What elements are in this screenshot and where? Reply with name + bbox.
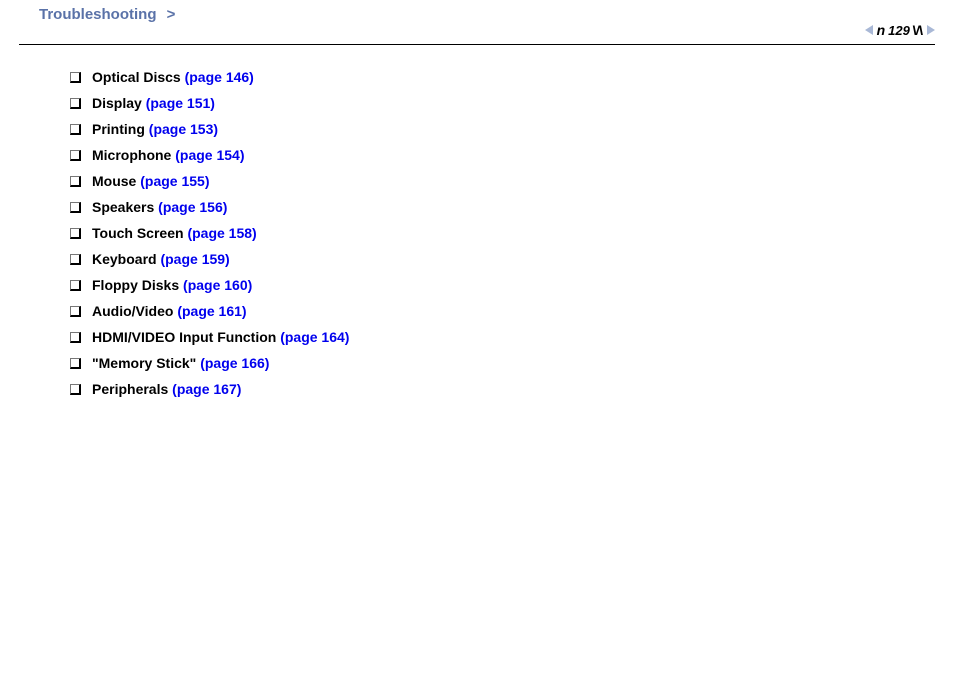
list-item: Peripherals (page 167): [70, 381, 914, 397]
breadcrumb-separator: >: [167, 6, 176, 23]
item-label: HDMI/VIDEO Input Function: [92, 329, 280, 345]
toc-list: Optical Discs (page 146) Display (page 1…: [70, 69, 914, 397]
page-link[interactable]: (page 160): [183, 277, 252, 293]
item-label: "Memory Stick": [92, 355, 200, 371]
page-link[interactable]: (page 158): [187, 225, 256, 241]
bullet-icon: [70, 306, 80, 316]
page-link[interactable]: (page 164): [280, 329, 349, 345]
next-page-icon[interactable]: [927, 25, 935, 35]
bullet-icon: [70, 254, 80, 264]
bullet-icon: [70, 202, 80, 212]
n-letter: N: [914, 22, 923, 38]
item-label: Audio/Video: [92, 303, 177, 319]
page-link[interactable]: (page 159): [160, 251, 229, 267]
page-header: Troubleshooting > n 129 N: [19, 0, 935, 45]
list-item: Optical Discs (page 146): [70, 69, 914, 85]
item-label: Peripherals: [92, 381, 172, 397]
list-item: Speakers (page 156): [70, 199, 914, 215]
bullet-icon: [70, 124, 80, 134]
list-item: "Memory Stick" (page 166): [70, 355, 914, 371]
item-label: Mouse: [92, 173, 140, 189]
page-link[interactable]: (page 166): [200, 355, 269, 371]
list-item: Keyboard (page 159): [70, 251, 914, 267]
list-item: Audio/Video (page 161): [70, 303, 914, 319]
page-link[interactable]: (page 167): [172, 381, 241, 397]
page-link[interactable]: (page 146): [185, 69, 254, 85]
list-item: Microphone (page 154): [70, 147, 914, 163]
page-link[interactable]: (page 153): [149, 121, 218, 137]
item-label: Keyboard: [92, 251, 160, 267]
bullet-icon: [70, 72, 80, 82]
item-label: Optical Discs: [92, 69, 185, 85]
list-item: HDMI/VIDEO Input Function (page 164): [70, 329, 914, 345]
bullet-icon: [70, 358, 80, 368]
content-area: Optical Discs (page 146) Display (page 1…: [0, 45, 954, 397]
breadcrumb: Troubleshooting >: [39, 6, 175, 23]
bullet-icon: [70, 176, 80, 186]
bullet-icon: [70, 384, 80, 394]
bullet-icon: [70, 280, 80, 290]
list-item: Touch Screen (page 158): [70, 225, 914, 241]
breadcrumb-section: Troubleshooting: [39, 6, 157, 23]
item-label: Printing: [92, 121, 149, 137]
bullet-icon: [70, 98, 80, 108]
page-number: 129: [888, 23, 910, 38]
list-item: Mouse (page 155): [70, 173, 914, 189]
list-item: Printing (page 153): [70, 121, 914, 137]
bullet-icon: [70, 228, 80, 238]
page-nav: n 129 N: [865, 22, 935, 38]
page-link[interactable]: (page 154): [175, 147, 244, 163]
list-item: Floppy Disks (page 160): [70, 277, 914, 293]
prev-page-icon[interactable]: [865, 25, 873, 35]
item-label: Floppy Disks: [92, 277, 183, 293]
item-label: Touch Screen: [92, 225, 187, 241]
page-link[interactable]: (page 156): [158, 199, 227, 215]
bullet-icon: [70, 332, 80, 342]
item-label: Microphone: [92, 147, 175, 163]
page-link[interactable]: (page 151): [146, 95, 215, 111]
item-label: Display: [92, 95, 146, 111]
n-letter: n: [877, 22, 885, 38]
list-item: Display (page 151): [70, 95, 914, 111]
page-link[interactable]: (page 161): [177, 303, 246, 319]
bullet-icon: [70, 150, 80, 160]
page-link[interactable]: (page 155): [140, 173, 209, 189]
item-label: Speakers: [92, 199, 158, 215]
